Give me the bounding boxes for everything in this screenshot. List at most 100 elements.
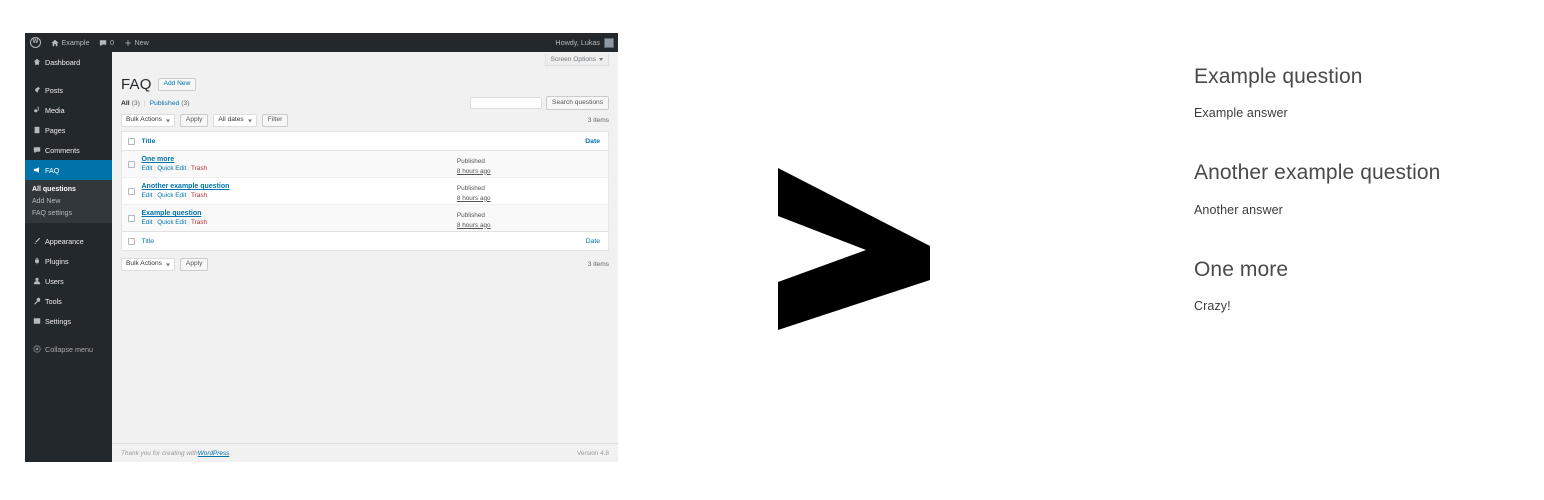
sidebar-item-faq[interactable]: FAQ <box>25 160 112 180</box>
sidebar-item-tools[interactable]: Tools <box>25 291 112 311</box>
submenu-item-all-questions[interactable]: All questions <box>25 183 112 195</box>
column-footer-title[interactable]: Title <box>142 232 457 251</box>
row-actions: Edit | Quick Edit | Trash <box>141 219 208 226</box>
checkbox-icon[interactable] <box>128 215 135 222</box>
item-count-top: 3 items <box>587 117 609 124</box>
submenu-item-faq-settings[interactable]: FAQ settings <box>25 207 112 219</box>
search-button[interactable]: Search questions <box>546 96 609 110</box>
column-header-title[interactable]: Title <box>142 132 457 151</box>
row-status: Published <box>456 157 485 165</box>
site-name-menu[interactable]: Example <box>46 33 94 52</box>
sidebar-label: Tools <box>45 296 62 306</box>
megaphone-icon <box>32 166 41 174</box>
sidebar-label: FAQ <box>45 165 60 175</box>
row-checkbox-cell[interactable] <box>122 151 142 178</box>
date-filter-select[interactable]: All dates <box>213 113 257 128</box>
row-title-link[interactable]: Another example question <box>142 178 457 190</box>
comments-menu[interactable]: 0 <box>94 33 119 52</box>
view-all-label[interactable]: All <box>121 100 130 107</box>
howdy-label: Howdy, Lukas <box>555 38 600 47</box>
sidebar-item-users[interactable]: Users <box>25 271 112 291</box>
quick-edit-link[interactable]: Quick Edit <box>157 165 186 172</box>
sidebar-label: Settings <box>45 316 71 326</box>
edit-link[interactable]: Edit <box>142 165 153 172</box>
new-content-menu[interactable]: New <box>119 33 154 52</box>
trash-link[interactable]: Trash <box>191 192 207 199</box>
users-icon <box>32 277 41 285</box>
media-icon <box>32 106 41 114</box>
view-separator: | <box>143 100 146 107</box>
checkbox-icon[interactable] <box>128 188 135 195</box>
sidebar-item-media[interactable]: Media <box>25 100 112 120</box>
view-published-label[interactable]: Published <box>149 100 179 107</box>
admin-body: Dashboard Posts Media Pages Comments FAQ… <box>25 52 618 462</box>
wordpress-link[interactable]: WordPress <box>198 450 230 457</box>
wordpress-admin-screenshot: Example 0 New Howdy, Lukas <box>25 33 618 462</box>
footer-thanks-prefix: Thank you for creating with <box>121 449 198 457</box>
table-row: Example question Edit | Quick Edit | Trash P… <box>121 204 609 232</box>
sidebar-item-plugins[interactable]: Plugins <box>25 251 112 271</box>
sidebar-item-dashboard[interactable]: Dashboard <box>25 52 112 72</box>
row-relative-time: 8 hours ago <box>456 167 491 175</box>
wordpress-logo-menu[interactable] <box>25 33 46 52</box>
sidebar-item-appearance[interactable]: Appearance <box>25 231 112 251</box>
sidebar-item-collapse-menu[interactable]: Collapse menu <box>25 339 112 359</box>
home-icon <box>51 39 59 46</box>
trash-link[interactable]: Trash <box>191 165 207 172</box>
admin-footer: Thank you for creating with WordPress. V… <box>112 443 618 462</box>
select-all-checkbox-cell[interactable] <box>122 132 142 151</box>
sidebar-item-posts[interactable]: Posts <box>25 80 112 100</box>
sidebar-label: Comments <box>45 145 80 155</box>
quick-edit-link[interactable]: Quick Edit <box>157 192 186 199</box>
row-title-link[interactable]: Example question <box>142 205 457 217</box>
faq-answer: Crazy! <box>1194 298 1231 313</box>
frontend-faq-list: Example question Example answer Another … <box>1194 64 1524 353</box>
sidebar-item-pages[interactable]: Pages <box>25 120 112 140</box>
screenshot-canvas: Example 0 New Howdy, Lukas <box>0 0 1544 500</box>
sidebar-label: Posts <box>45 85 63 95</box>
questions-table: Title Date One more Edit | Quick Edit | Tras… <box>121 131 609 251</box>
submenu-item-add-new[interactable]: Add New <box>25 195 112 207</box>
edit-link[interactable]: Edit <box>142 219 153 226</box>
checkbox-icon[interactable] <box>128 238 135 245</box>
table-row: Another example question Edit | Quick Edit… <box>121 177 609 205</box>
apply-button-bottom[interactable]: Apply <box>179 257 209 272</box>
screen-options-button[interactable]: Screen Options <box>544 54 609 66</box>
bulk-actions-select[interactable]: Bulk Actions <box>121 113 175 128</box>
select-all-checkbox-cell-bottom[interactable] <box>122 232 142 251</box>
quick-edit-link[interactable]: Quick Edit <box>157 219 186 226</box>
sidebar-label: Collapse menu <box>45 344 93 354</box>
row-title-link[interactable]: One more <box>142 151 457 163</box>
add-new-button[interactable]: Add New <box>157 77 197 92</box>
column-header-date[interactable]: Date <box>457 132 609 151</box>
comment-bubble-icon <box>100 39 107 46</box>
filter-button[interactable]: Filter <box>261 113 289 128</box>
screen-options-label: Screen Options <box>550 56 596 63</box>
row-relative-time: 8 hours ago <box>456 221 491 229</box>
row-date-cell: Published 8 hours ago <box>457 178 609 205</box>
checkbox-icon[interactable] <box>128 138 135 145</box>
apply-button[interactable]: Apply <box>179 113 209 128</box>
faq-question: Example question <box>1194 65 1363 88</box>
page-header: FAQ Add New <box>121 52 609 93</box>
chevron-right-arrow <box>772 168 930 330</box>
faq-question: Another example question <box>1194 161 1441 185</box>
checkbox-icon[interactable] <box>128 161 135 168</box>
row-checkbox-cell[interactable] <box>122 178 142 205</box>
faq-item: Example question Example answer <box>1194 64 1524 120</box>
column-footer-date[interactable]: Date <box>457 232 609 251</box>
row-actions: Edit | Quick Edit | Trash <box>141 165 208 172</box>
row-checkbox-cell[interactable] <box>122 205 142 232</box>
bulk-actions-select-bottom[interactable]: Bulk Actions <box>121 257 175 272</box>
sidebar-item-settings[interactable]: Settings <box>25 311 112 331</box>
brush-icon <box>32 237 41 245</box>
settings-icon <box>32 317 41 325</box>
table-footer-row: Title Date <box>121 231 609 251</box>
wordpress-logo-icon <box>30 37 41 48</box>
account-menu[interactable]: Howdy, Lukas <box>555 33 614 52</box>
trash-link[interactable]: Trash <box>191 219 207 226</box>
edit-link[interactable]: Edit <box>142 192 153 199</box>
sidebar-item-comments[interactable]: Comments <box>25 140 112 160</box>
search-input[interactable] <box>470 96 543 109</box>
admin-content: Screen Options FAQ Add New All (3) | Pub… <box>112 52 618 462</box>
